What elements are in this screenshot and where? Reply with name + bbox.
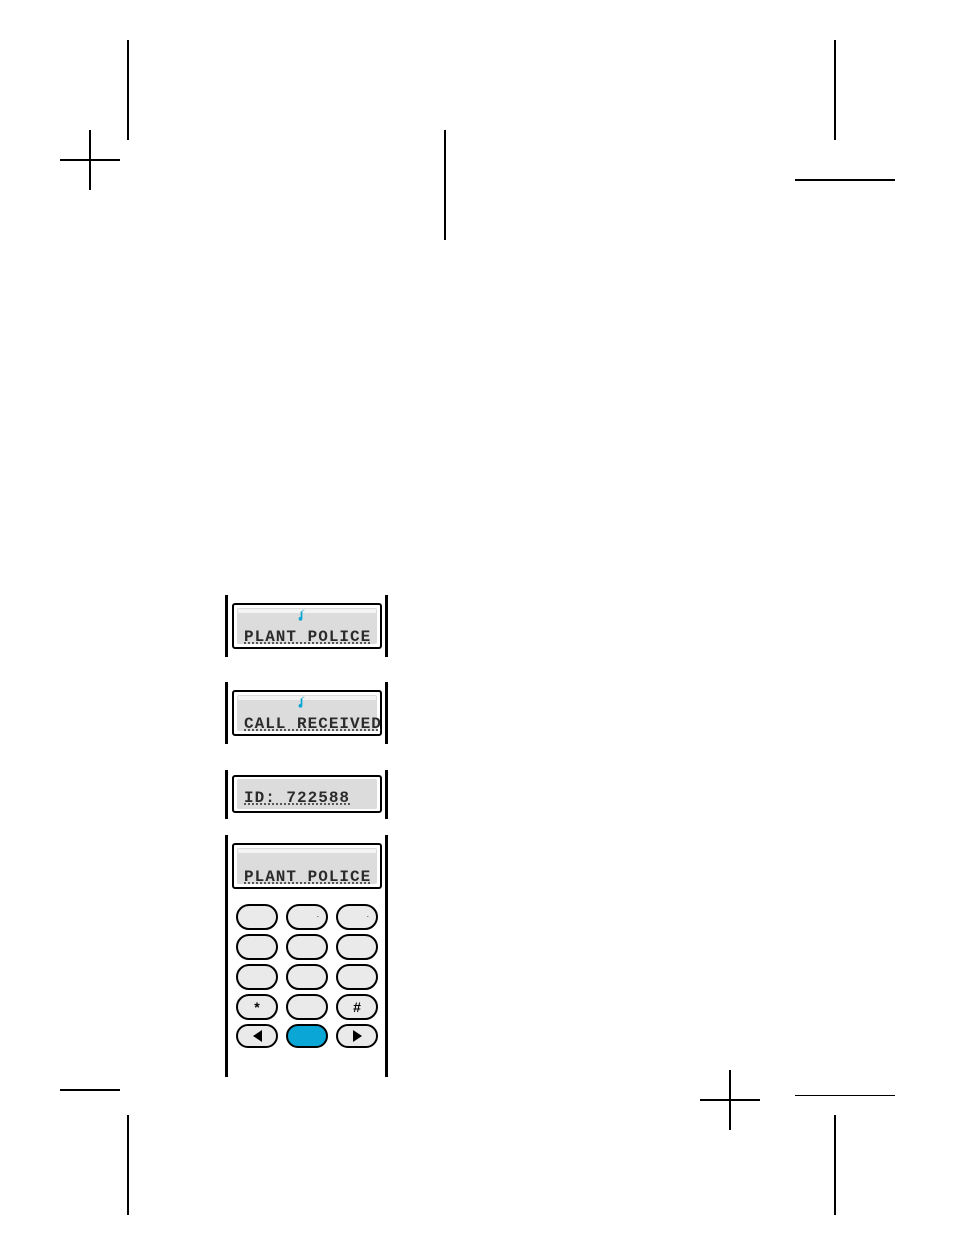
nav-select-button[interactable] bbox=[286, 1024, 328, 1048]
panel4-left-bar bbox=[225, 835, 228, 1077]
triangle-left-icon bbox=[253, 1030, 262, 1042]
display-panel-4: PLANT POLICE bbox=[232, 843, 382, 889]
crop-corner-bottom-right bbox=[745, 1095, 895, 1215]
key-8[interactable] bbox=[286, 964, 328, 990]
crop-mark-top-center bbox=[425, 130, 465, 240]
display-panel-1: PLANT POLICE bbox=[232, 603, 382, 649]
panel2-right-bar bbox=[385, 682, 388, 744]
music-note-icon bbox=[297, 609, 306, 623]
panel3-left-bar bbox=[225, 770, 228, 819]
key-0[interactable] bbox=[286, 994, 328, 1020]
key-1[interactable] bbox=[236, 904, 278, 930]
key-3[interactable]: . bbox=[336, 904, 378, 930]
display-text-3: ID: 722588 bbox=[244, 789, 374, 807]
display-text-2: CALL RECEIVED bbox=[244, 715, 374, 733]
nav-left-button[interactable] bbox=[236, 1024, 278, 1048]
triangle-right-icon bbox=[353, 1030, 362, 1042]
panel4-right-bar bbox=[385, 835, 388, 1077]
display-panel-3: ID: 722588 bbox=[232, 775, 382, 813]
panel1-left-bar bbox=[225, 595, 228, 657]
keypad: . . * # bbox=[236, 900, 378, 1048]
display-panel-2: CALL RECEIVED bbox=[232, 690, 382, 736]
key-2[interactable]: . bbox=[286, 904, 328, 930]
key-6[interactable] bbox=[336, 934, 378, 960]
crop-plus-top-left bbox=[60, 130, 120, 190]
panel1-right-bar bbox=[385, 595, 388, 657]
panel2-left-bar bbox=[225, 682, 228, 744]
key-9[interactable] bbox=[336, 964, 378, 990]
panel3-right-bar bbox=[385, 770, 388, 819]
key-7[interactable] bbox=[236, 964, 278, 990]
display-text-4: PLANT POLICE bbox=[244, 868, 374, 886]
key-5[interactable] bbox=[286, 934, 328, 960]
key-4[interactable] bbox=[236, 934, 278, 960]
crop-corner-top-right bbox=[745, 40, 895, 190]
nav-right-button[interactable] bbox=[336, 1024, 378, 1048]
key-hash[interactable]: # bbox=[336, 994, 378, 1020]
crop-line-bottom-left bbox=[60, 1070, 160, 1130]
display-text-1: PLANT POLICE bbox=[244, 628, 374, 646]
key-star[interactable]: * bbox=[236, 994, 278, 1020]
music-note-icon bbox=[297, 696, 306, 710]
